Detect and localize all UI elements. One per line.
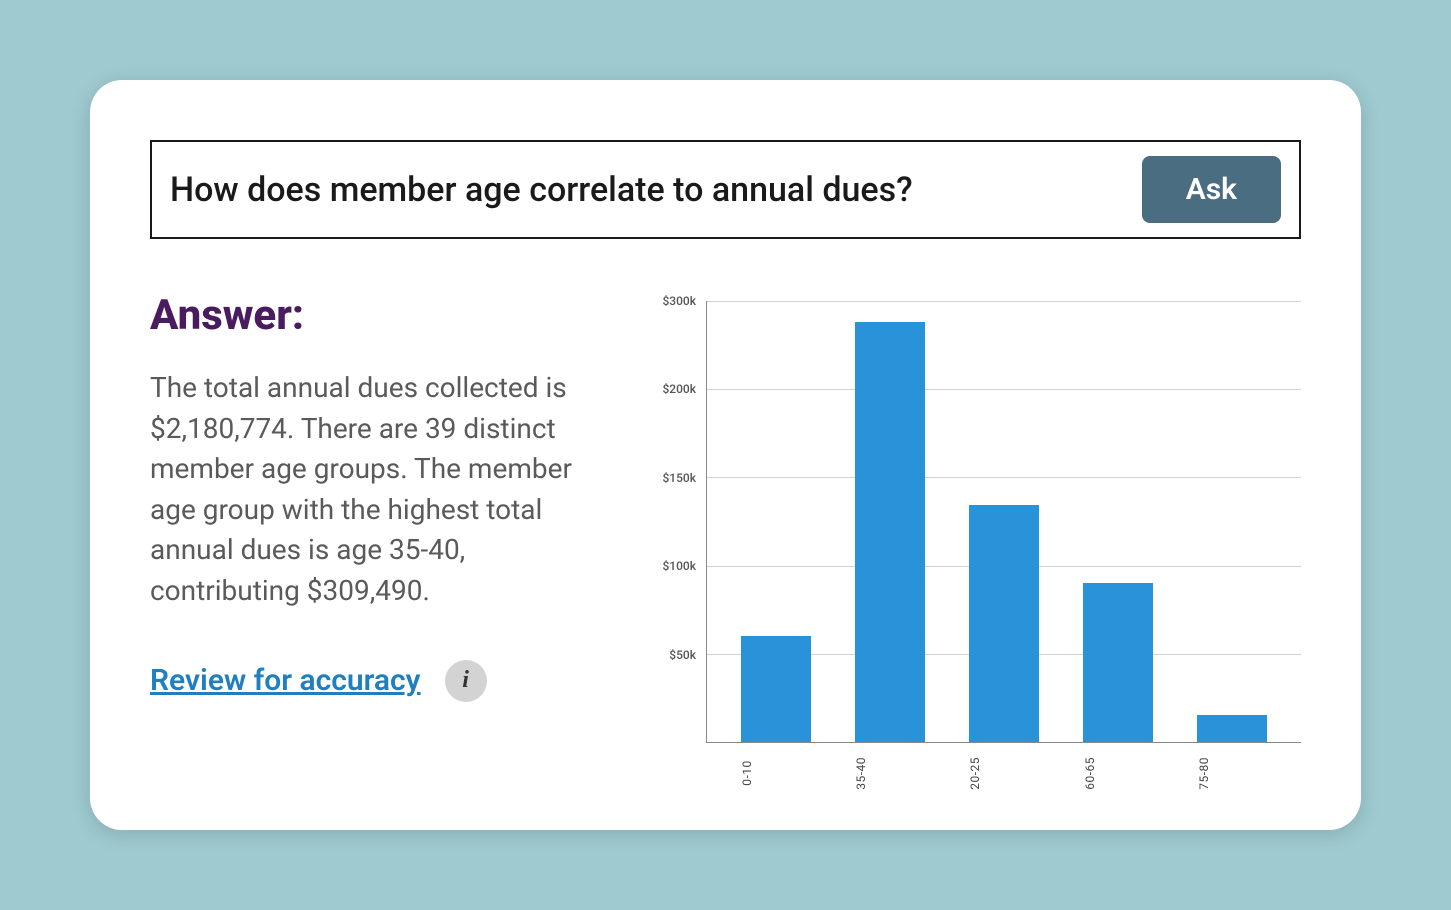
chart-bar [855, 322, 925, 742]
content-row: Answer: The total annual dues collected … [150, 291, 1301, 790]
answer-column: Answer: The total annual dues collected … [150, 291, 620, 790]
review-accuracy-link[interactable]: Review for accuracy [150, 663, 421, 698]
y-tick: $200k [662, 382, 696, 396]
chart-column: $300k $200k $150k $100k $50k [650, 291, 1301, 790]
info-icon[interactable]: i [445, 660, 487, 702]
answer-card: Ask Answer: The total annual dues collec… [90, 80, 1361, 830]
review-row: Review for accuracy i [150, 660, 620, 702]
x-tick: 35-40 [854, 757, 924, 790]
chart-bars [707, 301, 1301, 742]
answer-body: The total annual dues collected is $2,18… [150, 368, 620, 612]
y-tick: $300k [662, 294, 696, 308]
x-tick: 0-10 [740, 757, 810, 790]
ask-button[interactable]: Ask [1142, 156, 1281, 223]
chart-bar [969, 505, 1039, 743]
query-bar: Ask [150, 140, 1301, 239]
x-tick: 75-80 [1197, 757, 1267, 790]
chart-y-axis: $300k $200k $150k $100k $50k [650, 301, 706, 743]
chart-bar [741, 636, 811, 742]
y-tick: $150k [662, 471, 696, 485]
query-input[interactable] [170, 170, 1122, 210]
answer-heading: Answer: [150, 291, 620, 340]
x-tick: 60-65 [1083, 757, 1153, 790]
y-tick: $100k [662, 559, 696, 573]
x-tick: 20-25 [968, 757, 1038, 790]
chart-x-axis: 0-10 35-40 20-25 60-65 75-80 [706, 743, 1301, 790]
chart-bar [1083, 583, 1153, 742]
chart-area: $300k $200k $150k $100k $50k [650, 301, 1301, 743]
chart-plot [706, 301, 1301, 743]
chart-bar [1197, 715, 1267, 742]
y-tick: $50k [669, 648, 696, 662]
